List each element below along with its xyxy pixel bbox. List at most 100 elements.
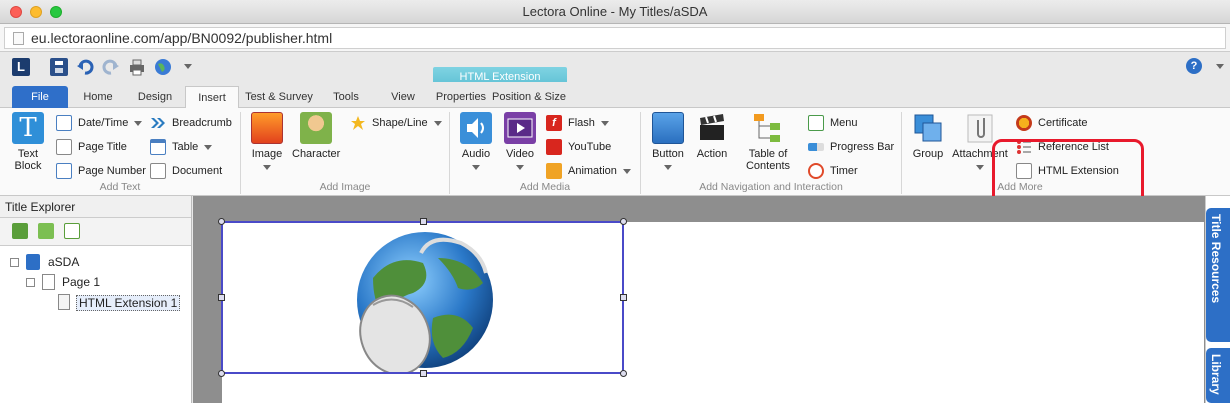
date-time-button[interactable]: Date/Time [56, 114, 143, 132]
character-button[interactable]: Character [292, 112, 340, 160]
image-icon [251, 112, 283, 144]
table-of-contents-button[interactable]: Table of Contents [738, 112, 798, 172]
breadcrumb-button[interactable]: Breadcrumb [150, 114, 232, 132]
youtube-icon [546, 139, 562, 155]
book-icon [26, 254, 40, 270]
print-icon[interactable] [128, 58, 146, 76]
tab-tools[interactable]: Tools [326, 86, 366, 108]
quick-access-toolbar: L ? [0, 52, 1230, 82]
group-label-add-navigation: Add Navigation and Interaction [699, 181, 843, 193]
text-block-button[interactable]: T Text Block [8, 112, 48, 172]
table-icon [150, 139, 166, 155]
globe-mouse-icon [357, 232, 493, 372]
group-separator [901, 112, 902, 194]
group-button[interactable]: Group [910, 112, 946, 160]
save-icon[interactable] [50, 58, 68, 76]
flash-icon: f [546, 115, 562, 131]
tab-view[interactable]: View [384, 86, 422, 108]
tab-test-survey[interactable]: Test & Survey [243, 86, 315, 108]
breadcrumb-icon [150, 115, 166, 131]
menu-icon [808, 115, 824, 131]
undo-icon[interactable] [76, 58, 94, 76]
shape-line-button[interactable]: Shape/Line [350, 114, 442, 132]
flash-button[interactable]: f Flash [546, 114, 609, 132]
tab-home[interactable]: Home [76, 86, 120, 108]
selected-html-extension-object[interactable] [221, 221, 624, 374]
title-explorer-panel: Title Explorer aSDA Page 1 HTML Extensio… [0, 196, 192, 403]
html-extension-icon [58, 294, 70, 310]
page-number-icon [56, 163, 72, 179]
add-chapter-icon[interactable] [12, 223, 28, 239]
image-button[interactable]: Image [248, 112, 286, 172]
animation-button[interactable]: Animation [546, 162, 631, 180]
group-icon [912, 112, 944, 144]
certificate-button[interactable]: Certificate [1016, 114, 1088, 132]
video-button[interactable]: Video [502, 112, 538, 172]
menu-button[interactable]: Menu [808, 114, 858, 132]
resize-handle[interactable] [420, 370, 427, 377]
tab-position-size[interactable]: Position & Size [491, 86, 567, 108]
close-window-button[interactable] [10, 6, 22, 18]
redo-icon[interactable] [102, 58, 120, 76]
resize-handle[interactable] [218, 218, 225, 225]
ribbon-tabs: File Home Design Insert Test & Survey To… [0, 82, 1230, 109]
toc-tree-icon [752, 112, 784, 144]
tab-file[interactable]: File [12, 86, 68, 108]
document-icon [150, 163, 166, 179]
url-text: eu.lectoraonline.com/app/BN0092/publishe… [31, 30, 333, 46]
paperclip-icon [964, 112, 996, 144]
tab-properties[interactable]: Properties [435, 86, 487, 108]
click-button-icon [652, 112, 684, 144]
tab-library[interactable]: Library [1206, 348, 1230, 403]
add-section-icon[interactable] [38, 223, 54, 239]
publish-dropdown-icon[interactable] [184, 64, 192, 69]
collapse-toggle-icon[interactable] [10, 258, 19, 267]
table-button[interactable]: Table [150, 138, 213, 156]
page-icon [13, 32, 24, 45]
publish-globe-icon[interactable] [154, 58, 172, 76]
resize-handle[interactable] [218, 294, 225, 301]
tab-design[interactable]: Design [132, 86, 178, 108]
group-label-add-media: Add Media [519, 181, 571, 193]
add-page-icon[interactable] [64, 223, 80, 239]
youtube-button[interactable]: YouTube [546, 138, 611, 156]
tree-item-html-extension[interactable]: HTML Extension 1 [76, 295, 181, 311]
resize-handle[interactable] [620, 218, 627, 225]
clapperboard-icon [696, 112, 728, 144]
resize-handle[interactable] [420, 218, 427, 225]
audio-icon [460, 112, 492, 144]
resize-handle[interactable] [620, 294, 627, 301]
help-dropdown-icon[interactable] [1216, 64, 1224, 69]
url-field[interactable]: eu.lectoraonline.com/app/BN0092/publishe… [4, 27, 1226, 49]
character-icon [300, 112, 332, 144]
resize-handle[interactable] [218, 370, 225, 377]
progress-bar-button[interactable]: Progress Bar [808, 138, 894, 156]
audio-button[interactable]: Audio [458, 112, 494, 172]
explorer-toolbar [0, 218, 191, 246]
minimize-window-button[interactable] [30, 6, 42, 18]
calendar-icon [56, 115, 72, 131]
help-icon[interactable]: ? [1186, 58, 1202, 74]
button-button[interactable]: Button [648, 112, 688, 172]
resize-handle[interactable] [620, 370, 627, 377]
certificate-ribbon-icon [1016, 115, 1032, 131]
tree-item-page[interactable]: Page 1 [62, 275, 100, 289]
tree-item-title[interactable]: aSDA [48, 255, 79, 269]
group-label-add-text: Add Text [99, 181, 141, 193]
gif-animation-icon [546, 163, 562, 179]
page-number-button[interactable]: Page Number [56, 162, 146, 180]
address-bar: eu.lectoraonline.com/app/BN0092/publishe… [0, 24, 1230, 52]
tab-title-resources[interactable]: Title Resources [1206, 208, 1230, 342]
page-title-button[interactable]: Page Title [56, 138, 127, 156]
page-title-icon [56, 139, 72, 155]
zoom-window-button[interactable] [50, 6, 62, 18]
page-icon [42, 274, 55, 290]
collapse-toggle-icon[interactable] [26, 278, 35, 287]
tab-insert[interactable]: Insert [185, 86, 239, 109]
timer-button[interactable]: Timer [808, 162, 858, 180]
progress-bar-icon [808, 143, 824, 151]
panel-title: Title Explorer [0, 196, 191, 218]
action-button[interactable]: Action [694, 112, 730, 160]
lectora-logo-icon[interactable]: L [12, 58, 30, 76]
document-button[interactable]: Document [150, 162, 222, 180]
